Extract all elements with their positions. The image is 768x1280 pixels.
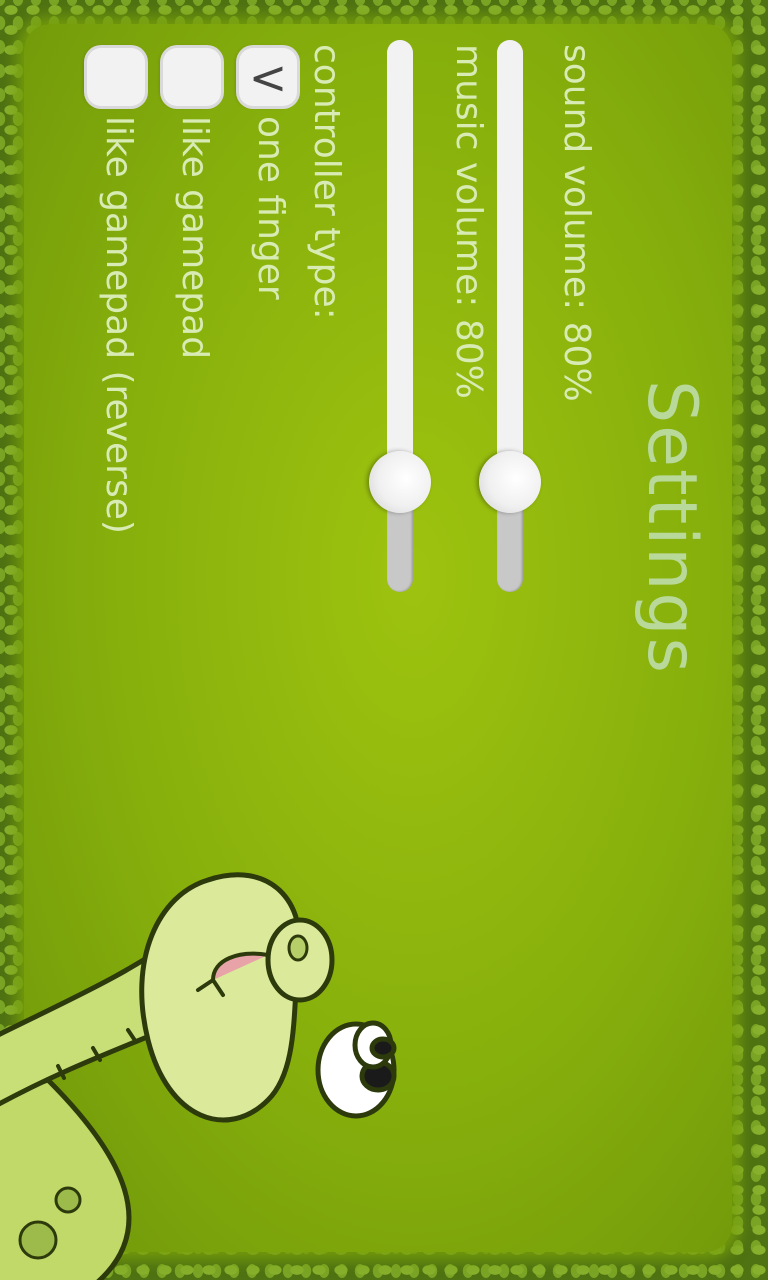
settings-content: Settings sound volume: 80% music volume:… [0,0,768,1280]
settings-screen: Settings sound volume: 80% music volume:… [0,0,768,1280]
snake-mascot-icon [0,872,397,1280]
